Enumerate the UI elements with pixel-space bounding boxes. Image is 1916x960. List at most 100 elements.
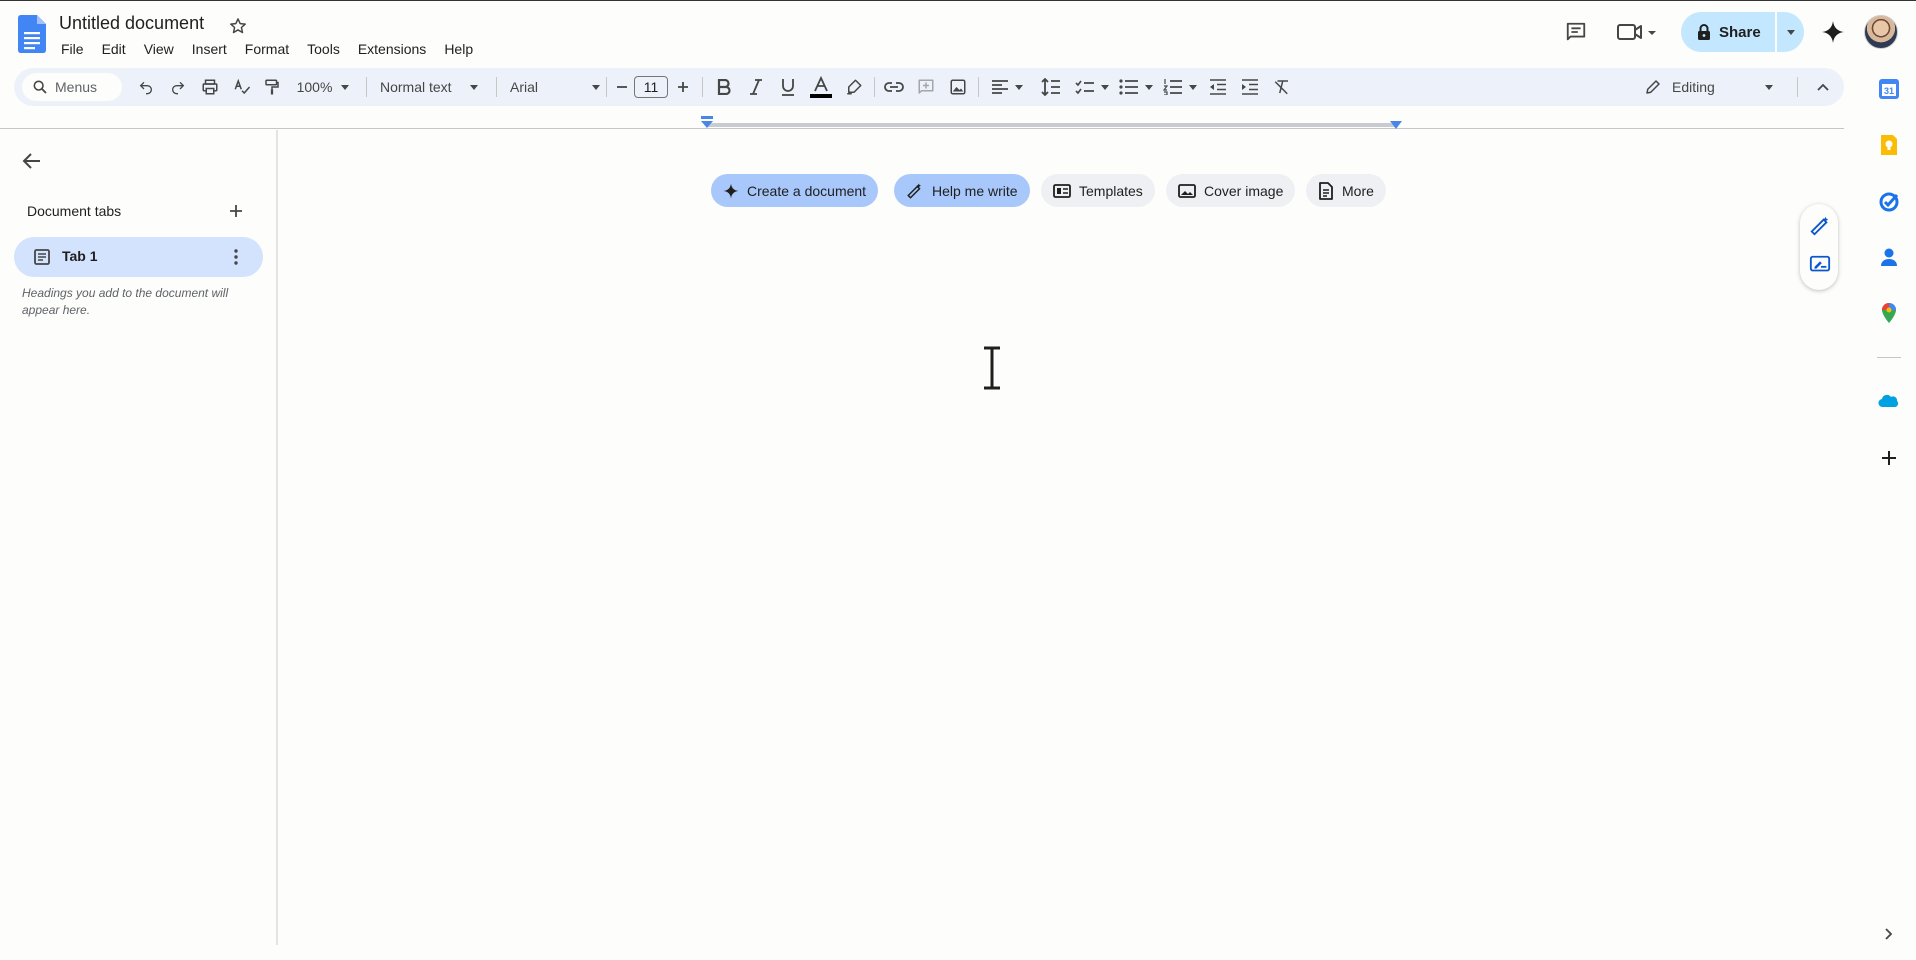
floating-tools	[1800, 204, 1838, 290]
share-button[interactable]: Share	[1681, 12, 1804, 52]
rail-divider	[1877, 357, 1901, 358]
document-title[interactable]: Untitled document	[59, 13, 204, 34]
cover-image-icon	[1178, 183, 1196, 198]
menu-file[interactable]: File	[52, 39, 93, 59]
tab-item-tab-1[interactable]	[14, 237, 263, 277]
print-icon[interactable]	[196, 68, 224, 106]
share-main[interactable]: Share	[1681, 12, 1775, 52]
highlight-color-icon[interactable]	[840, 68, 868, 106]
menus-search[interactable]: Menus	[22, 73, 122, 101]
font-value: Arial	[510, 79, 539, 95]
back-arrow-icon[interactable]	[20, 149, 44, 173]
increase-indent-icon[interactable]	[1236, 68, 1264, 106]
style-value: Normal text	[380, 79, 452, 95]
align-left-icon	[992, 80, 1008, 94]
menu-view[interactable]: View	[135, 39, 183, 59]
svg-text:31: 31	[1884, 86, 1894, 96]
add-comment-icon[interactable]	[912, 68, 940, 106]
checklist-select[interactable]	[1072, 68, 1112, 106]
style-select[interactable]: Normal text	[380, 68, 490, 106]
toolbar-divider	[606, 77, 607, 97]
search-icon	[33, 80, 47, 94]
toolbar-divider	[978, 77, 979, 97]
zoom-value: 100%	[296, 79, 333, 95]
contacts-icon[interactable]	[1878, 246, 1900, 268]
font-select[interactable]: Arial	[510, 68, 600, 106]
add-tab-icon[interactable]	[226, 201, 246, 221]
menus-search-placeholder: Menus	[55, 79, 98, 95]
bulleted-list-icon	[1119, 79, 1138, 95]
menu-extensions[interactable]: Extensions	[349, 39, 435, 59]
spellcheck-icon[interactable]	[228, 68, 256, 106]
keep-icon[interactable]	[1878, 134, 1900, 156]
help-me-write-chip[interactable]: Help me write	[894, 174, 1030, 207]
comments-icon[interactable]	[1560, 16, 1592, 48]
align-select[interactable]	[984, 68, 1030, 106]
star-icon[interactable]	[228, 16, 248, 36]
more-chip[interactable]: More	[1306, 174, 1386, 207]
menu-format[interactable]: Format	[236, 39, 298, 59]
bulleted-list-select[interactable]	[1116, 68, 1156, 106]
menu-tools[interactable]: Tools	[298, 39, 349, 59]
document-canvas[interactable]	[280, 231, 1800, 931]
right-indent-marker[interactable]	[1389, 121, 1403, 129]
cover-image-chip[interactable]: Cover image	[1166, 174, 1296, 207]
document-tab-icon	[33, 248, 51, 266]
get-addons-icon[interactable]	[1878, 447, 1900, 469]
create-document-chip[interactable]: Create a document	[711, 174, 879, 207]
editing-mode-select[interactable]: Editing	[1644, 68, 1774, 106]
checklist-icon	[1075, 80, 1094, 95]
insert-image-icon[interactable]	[944, 68, 972, 106]
more-vert-icon[interactable]	[231, 247, 241, 267]
sparkle-icon	[723, 183, 739, 198]
calendar-icon[interactable]: 31	[1878, 78, 1900, 100]
more-label: More	[1342, 182, 1374, 199]
menu-help[interactable]: Help	[435, 39, 482, 59]
left-indent-marker[interactable]	[700, 116, 714, 128]
more-doc-icon	[1319, 181, 1333, 200]
underline-icon[interactable]	[774, 68, 802, 106]
help-me-write-side-icon[interactable]	[1809, 215, 1831, 237]
clear-formatting-icon[interactable]	[1268, 68, 1296, 106]
line-spacing-icon[interactable]	[1036, 68, 1066, 106]
decrease-font-size-icon[interactable]	[610, 68, 634, 106]
gemini-icon[interactable]	[1817, 16, 1849, 48]
lock-icon	[1698, 24, 1710, 40]
templates-icon	[1053, 183, 1071, 198]
numbered-list-select[interactable]	[1160, 68, 1200, 106]
toolbar-divider	[366, 77, 367, 97]
menu-edit[interactable]: Edit	[93, 39, 135, 59]
account-avatar[interactable]	[1864, 15, 1898, 49]
menu-insert[interactable]: Insert	[183, 39, 236, 59]
meet-icon[interactable]	[1614, 16, 1662, 48]
salesforce-icon[interactable]	[1878, 391, 1900, 413]
help-me-write-label: Help me write	[932, 182, 1018, 199]
paint-format-icon[interactable]	[258, 68, 286, 106]
templates-label: Templates	[1079, 182, 1143, 199]
tasks-icon[interactable]	[1878, 190, 1900, 212]
text-color-icon[interactable]	[806, 68, 836, 106]
collapse-toolbar-icon[interactable]	[1810, 68, 1836, 106]
italic-icon[interactable]	[742, 68, 770, 106]
templates-chip[interactable]: Templates	[1041, 174, 1155, 207]
insert-link-icon[interactable]	[880, 68, 908, 106]
ruler	[706, 123, 1396, 127]
document-tabs-heading: Document tabs	[27, 203, 122, 219]
zoom-select[interactable]: 100%	[292, 68, 354, 106]
maps-icon[interactable]	[1878, 302, 1900, 324]
share-dropdown-icon[interactable]	[1777, 12, 1804, 52]
redo-icon[interactable]	[164, 68, 192, 106]
numbered-list-icon	[1163, 79, 1182, 95]
add-suggestion-icon[interactable]	[1809, 254, 1831, 276]
increase-font-size-icon[interactable]	[671, 68, 695, 106]
decrease-indent-icon[interactable]	[1204, 68, 1232, 106]
text-cursor-icon	[980, 346, 1004, 390]
toolbar-divider	[874, 77, 875, 97]
bold-icon[interactable]	[710, 68, 738, 106]
undo-icon[interactable]	[132, 68, 160, 106]
expand-panel-icon[interactable]	[1878, 923, 1900, 945]
editing-mode-value: Editing	[1672, 79, 1715, 95]
font-size-input[interactable]: 11	[634, 76, 668, 98]
toolbar-divider	[496, 77, 497, 97]
docs-logo[interactable]	[18, 15, 46, 53]
